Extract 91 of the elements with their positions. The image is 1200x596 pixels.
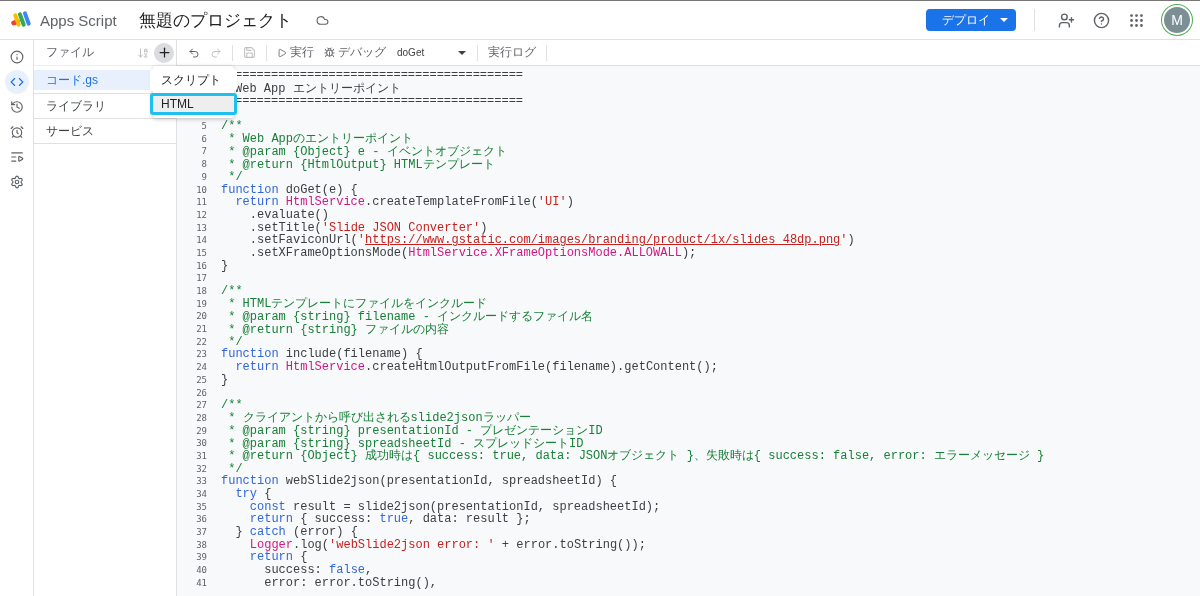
- line-number: 14: [195, 235, 207, 246]
- line-number: 28: [195, 412, 207, 423]
- line-number: 13: [195, 222, 207, 233]
- line-number: 5: [200, 121, 207, 132]
- bug-icon: [324, 47, 335, 58]
- line-number: 30: [195, 438, 207, 449]
- line-number: 35: [195, 501, 207, 512]
- line-number: 39: [195, 552, 207, 563]
- line-number: 27: [195, 400, 207, 411]
- execution-log-button[interactable]: 実行ログ: [485, 44, 540, 61]
- play-icon: [277, 47, 287, 58]
- code-line: */: [227, 169, 243, 184]
- line-number: 6: [200, 133, 207, 144]
- logo-icon: [10, 10, 32, 30]
- line-number: 40: [195, 565, 207, 576]
- line-number: 25: [195, 374, 207, 385]
- code-line: error: error.toString(),: [263, 575, 438, 590]
- debug-button[interactable]: デバッグ: [321, 44, 389, 61]
- line-number: 37: [195, 527, 207, 538]
- code-line: /**: [221, 284, 243, 299]
- code-line: */: [228, 461, 243, 476]
- line-number: 19: [195, 298, 207, 309]
- line-number: 24: [195, 362, 207, 373]
- code-line: try {: [234, 487, 272, 502]
- code-line: }: [221, 258, 229, 273]
- code-line: .evaluate(): [248, 207, 330, 222]
- code-line: success: false,: [263, 563, 373, 578]
- code-line: /**: [221, 398, 243, 413]
- line-number: 17: [195, 273, 207, 284]
- line-number: 21: [195, 324, 207, 335]
- code-line: const result = slide2json(presentationId, spreadsheetId);: [249, 499, 661, 514]
- code-line: return { success: true, data: result };: [248, 512, 531, 527]
- line-number: 31: [195, 450, 207, 461]
- menu-item[interactable]: スクリプト: [150, 69, 237, 91]
- line-number: 18: [195, 286, 207, 297]
- line-number: 26: [195, 387, 207, 398]
- code-line: * @param {string} spreadsheetId - スプレッドシートID: [227, 436, 584, 451]
- line-number: 12: [195, 209, 207, 220]
- menu-item[interactable]: HTML: [150, 93, 237, 115]
- line-number: 8: [200, 159, 207, 170]
- section-header[interactable]: サービス: [34, 119, 176, 144]
- code-line: * @param {string} filename - インクルードするファイル名: [227, 309, 594, 324]
- line-number: 23: [195, 349, 207, 360]
- code-line: } catch (error) {: [234, 525, 358, 540]
- code-line: function webSlide2json(presentationId, spreadsheetId) {: [221, 474, 618, 489]
- code-line: .setTitle('Slide JSON Converter'): [248, 220, 488, 235]
- code-line: * @return {Object} 成功時は{ success: true, data: JSONオブジェクト }、失敗時は{ success: false, error: エラーメッセージ }: [227, 449, 1045, 464]
- caret-icon: [1000, 18, 1008, 22]
- code-line: Logger.log('webSlide2json error: ' + error.toString());: [248, 537, 646, 552]
- code-line: * HTMLテンプレートにファイルをインクルード: [227, 296, 488, 312]
- add-file-button[interactable]: [154, 42, 174, 63]
- panel-title: ファイル: [46, 44, 95, 61]
- line-number: 36: [195, 514, 207, 525]
- code-line: return HtmlService.createTemplateFromFile('UI'): [234, 195, 574, 210]
- add-person-icon[interactable]: [1058, 11, 1075, 29]
- line-number: 22: [195, 336, 207, 347]
- line-number: 34: [195, 489, 207, 500]
- line-number: 32: [195, 463, 207, 474]
- line-number: 38: [195, 539, 207, 550]
- line-number: 41: [195, 577, 207, 588]
- code-icon[interactable]: [4, 70, 29, 94]
- function-select[interactable]: doGet: [393, 47, 471, 58]
- code-line: * @param {Object} e - イベントオブジェクト: [227, 144, 507, 159]
- plus-icon: [156, 45, 172, 60]
- line-number: 16: [195, 260, 207, 271]
- code-line: return {: [248, 550, 308, 565]
- apps-grid-icon[interactable]: [1128, 11, 1145, 29]
- app-name: Apps Script: [40, 11, 117, 29]
- line-number: 7: [200, 146, 207, 157]
- deploy-button[interactable]: デプロイ: [926, 9, 1016, 31]
- code-line: */: [228, 334, 243, 349]
- code-line: .setXFrameOptionsMode(HtmlService.XFrameOptionsMode.ALLOWALL);: [248, 245, 697, 260]
- code-line: .setFaviconUrl('https://www.gstatic.com/images/branding/product/1x/slides_48dp.png'): [248, 233, 855, 248]
- code-line: function include(filename) {: [221, 347, 423, 362]
- code-line: return HtmlService.createHtmlOutputFromFile(filename).getContent();: [234, 360, 718, 375]
- cloud-icon: [315, 13, 329, 27]
- code-line: ========================================: [235, 68, 524, 83]
- project-title[interactable]: 無題のプロジェクト: [138, 8, 292, 32]
- line-number: 11: [195, 197, 207, 208]
- line-number: 29: [195, 425, 207, 436]
- code-line: }: [221, 372, 229, 387]
- line-number: 33: [195, 476, 207, 487]
- line-number: 10: [195, 184, 207, 195]
- line-number: 9: [200, 171, 207, 182]
- code-line: function doGet(e) {: [221, 182, 358, 197]
- run-button[interactable]: 実行: [274, 44, 317, 61]
- code-line: /**: [221, 119, 243, 134]
- line-number: 20: [195, 311, 207, 322]
- help-icon[interactable]: [1093, 11, 1110, 29]
- line-number: 15: [195, 247, 207, 258]
- code-line: * Web Appのエントリーポイント: [227, 131, 413, 147]
